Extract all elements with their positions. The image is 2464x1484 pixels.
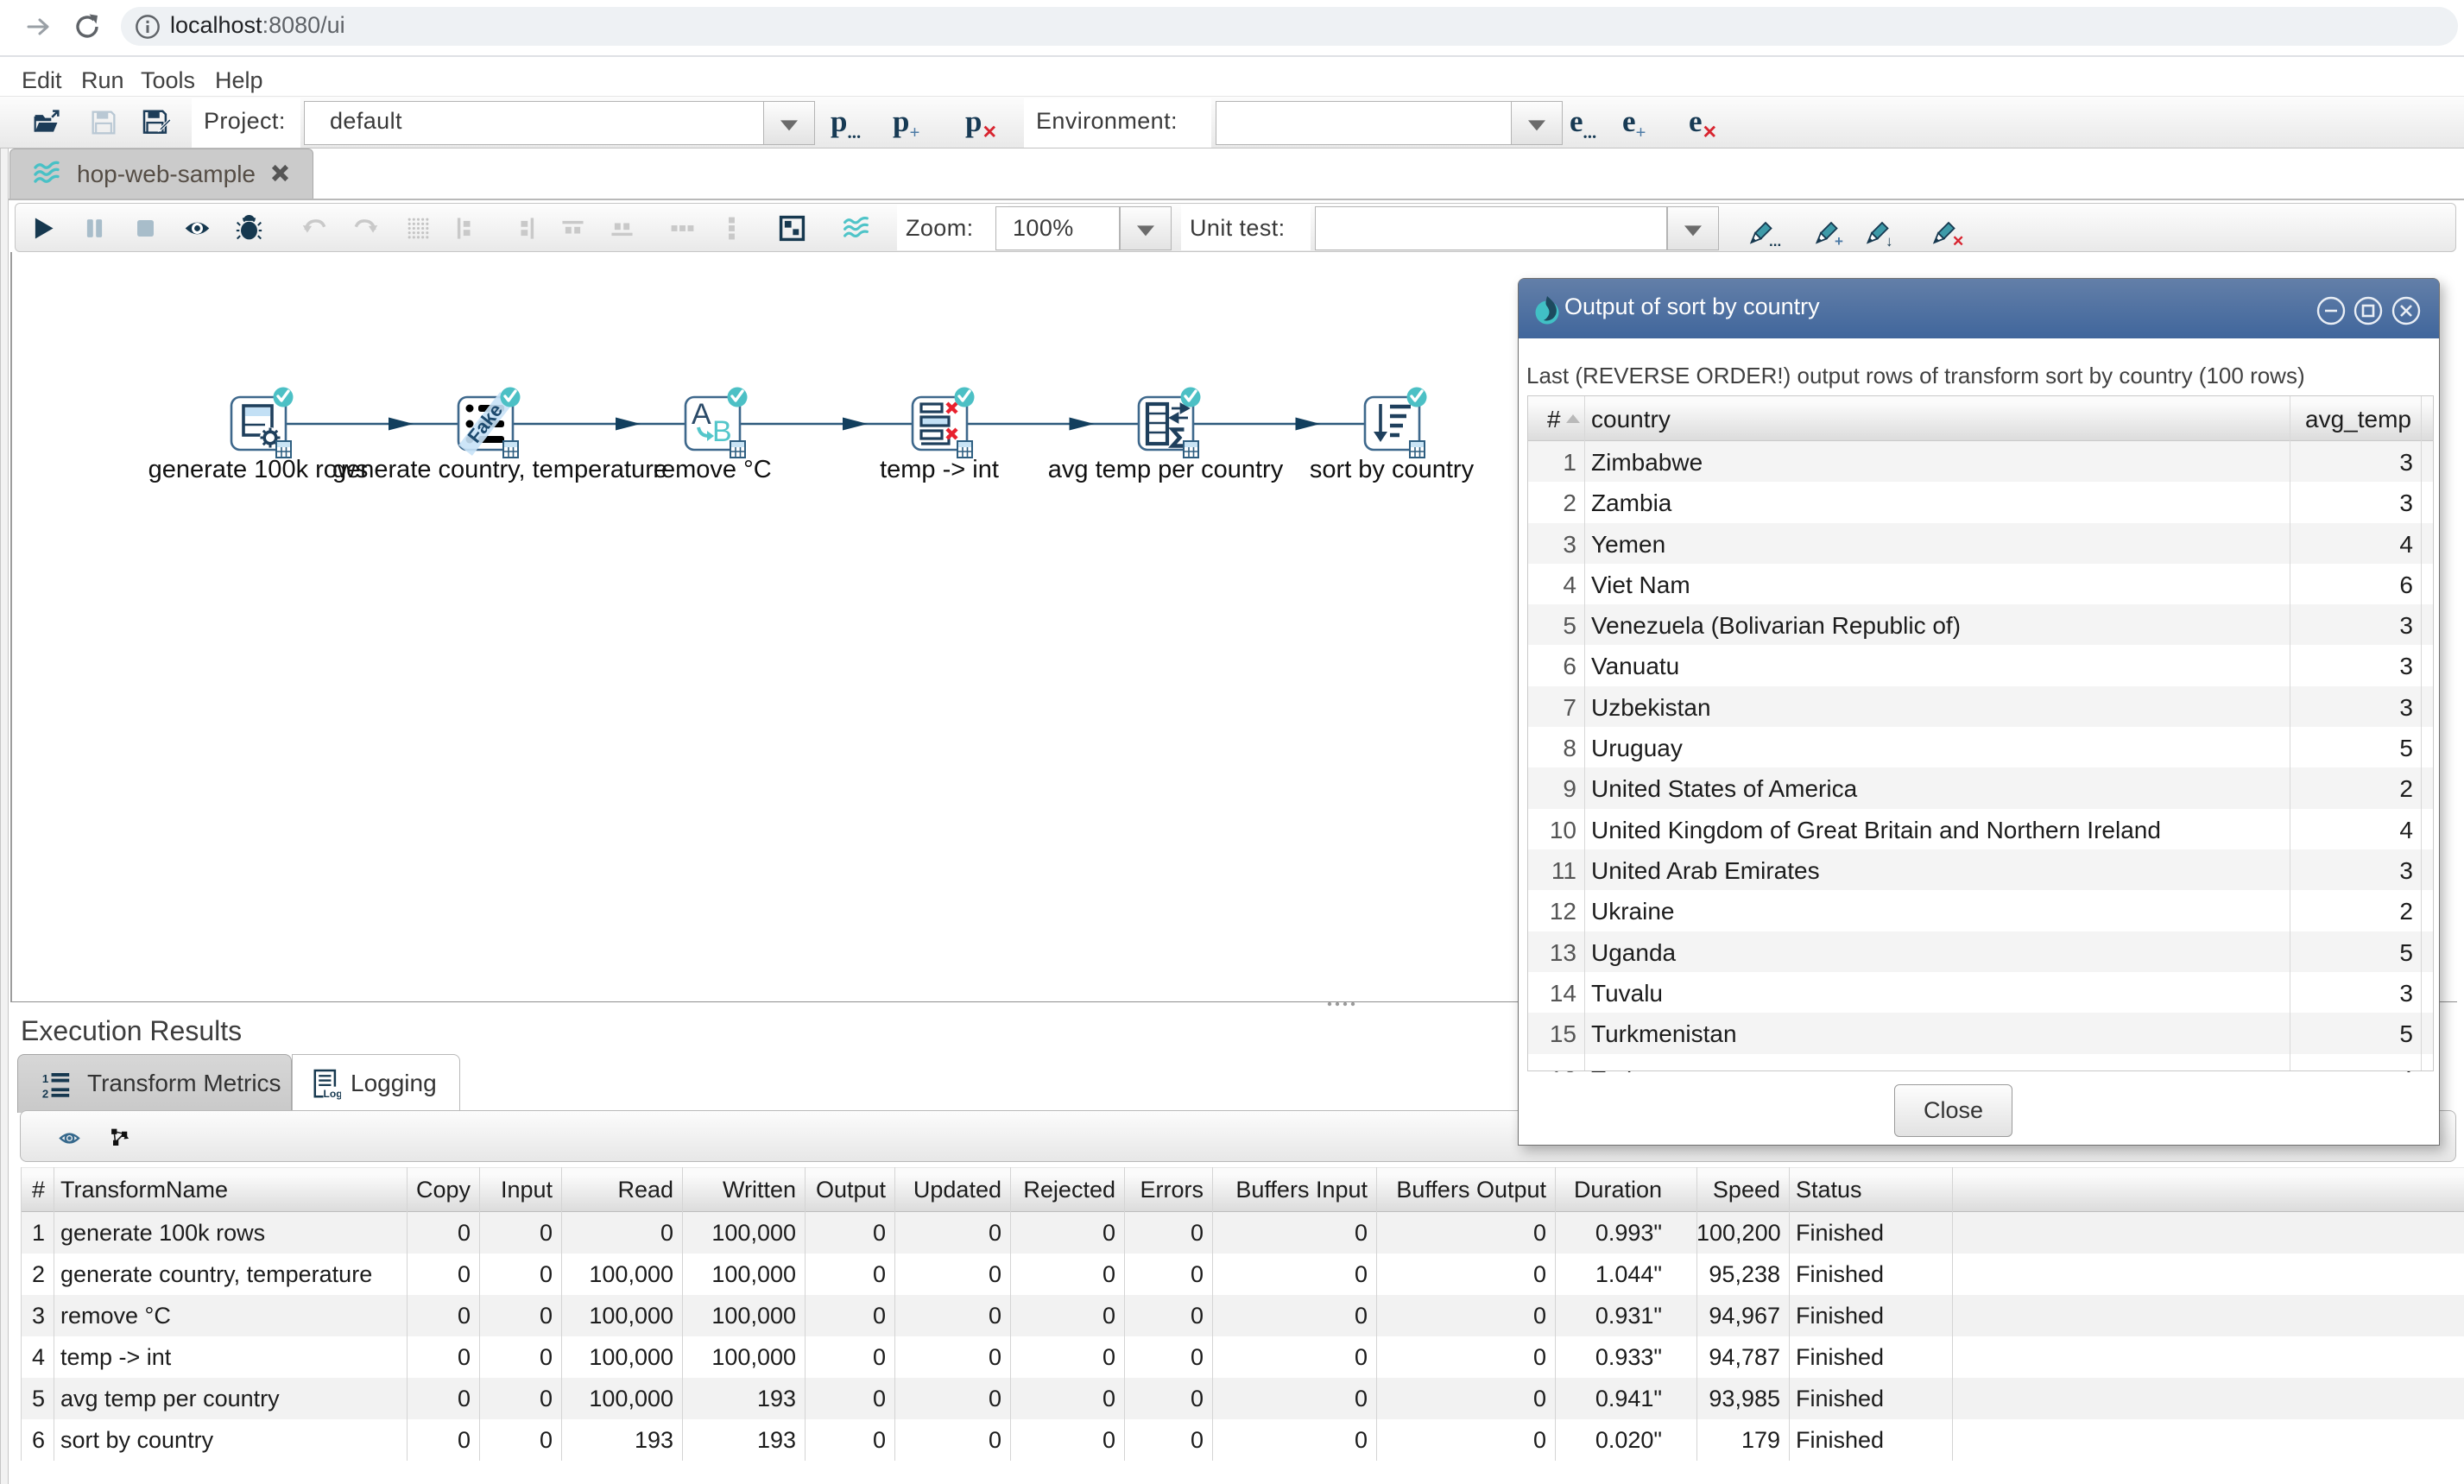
svg-text:2: 2 bbox=[42, 1087, 48, 1099]
svg-text:temp -> int: temp -> int bbox=[880, 456, 999, 483]
svg-text:↓: ↓ bbox=[1886, 233, 1893, 247]
svg-text:generate country, temperature: generate country, temperature bbox=[332, 456, 667, 483]
svg-text:remove °C: remove °C bbox=[653, 456, 771, 483]
svg-text:✕: ✕ bbox=[1952, 233, 1964, 247]
svg-text:B: B bbox=[712, 415, 732, 448]
svg-text:Log: Log bbox=[324, 1088, 341, 1100]
svg-text:1: 1 bbox=[42, 1072, 48, 1085]
svg-text:...: ... bbox=[1769, 233, 1781, 247]
svg-text:sort by country: sort by country bbox=[1310, 456, 1475, 483]
svg-text:+: + bbox=[1835, 233, 1843, 247]
svg-text:A: A bbox=[692, 398, 711, 431]
svg-text:avg temp per country: avg temp per country bbox=[1048, 456, 1284, 483]
